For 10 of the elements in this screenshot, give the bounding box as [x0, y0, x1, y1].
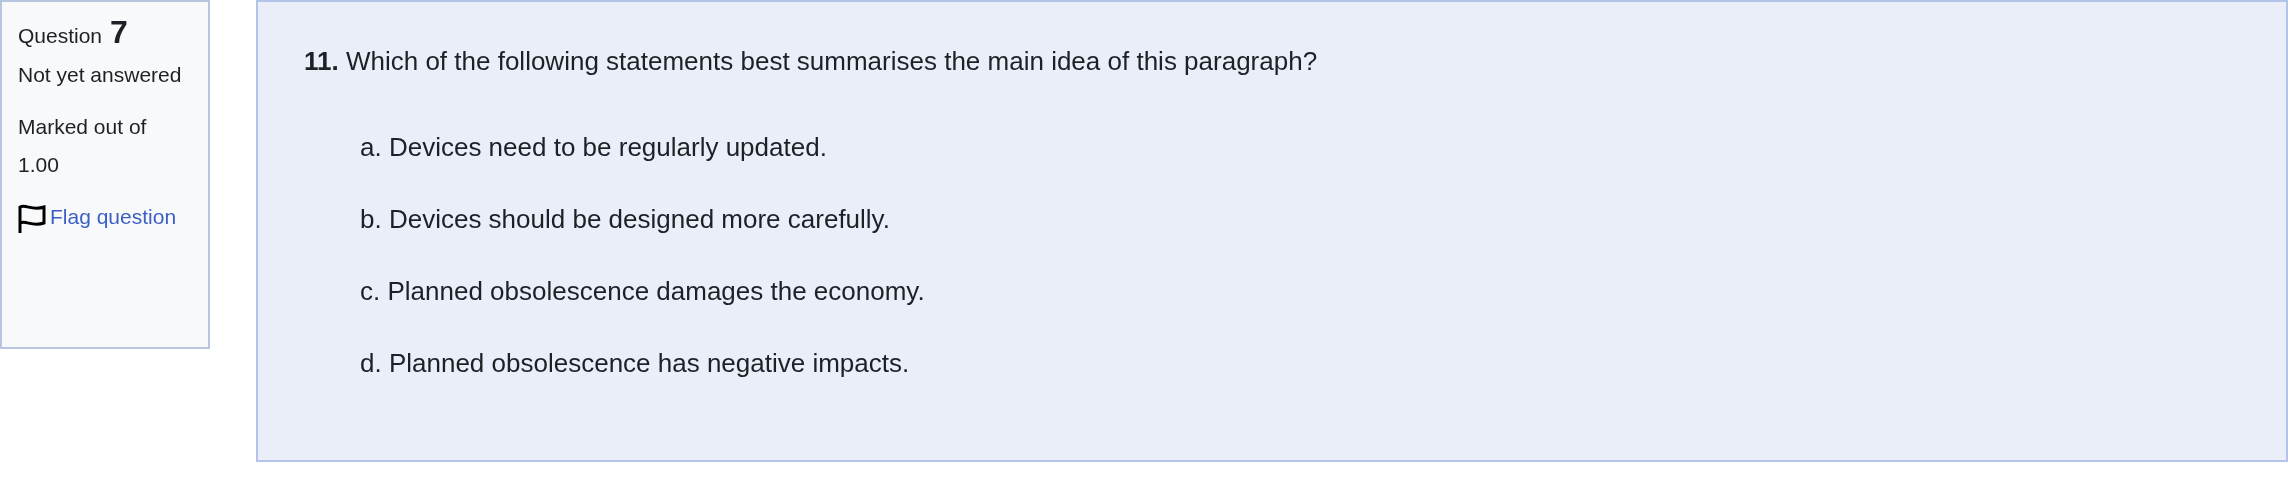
question-number: 7	[110, 16, 128, 48]
answer-option[interactable]: a. Devices need to be regularly updated.	[360, 131, 2286, 163]
question-label: Question	[18, 23, 103, 49]
answer-option[interactable]: b. Devices should be designed more carefully.	[360, 203, 2286, 235]
question-marks: Marked out of 1.00	[18, 113, 148, 178]
answer-option[interactable]: d. Planned obsolescence has negative impacts.	[360, 347, 2286, 379]
flag-question-link[interactable]: Flag question	[50, 197, 190, 236]
question-text: 11. Which of the following statements best summarises the main idea of this paragraph?	[304, 45, 1319, 78]
answer-option[interactable]: c. Planned obsolescence damages the economy.	[360, 275, 2286, 307]
question-state: Not yet answered	[18, 61, 183, 88]
